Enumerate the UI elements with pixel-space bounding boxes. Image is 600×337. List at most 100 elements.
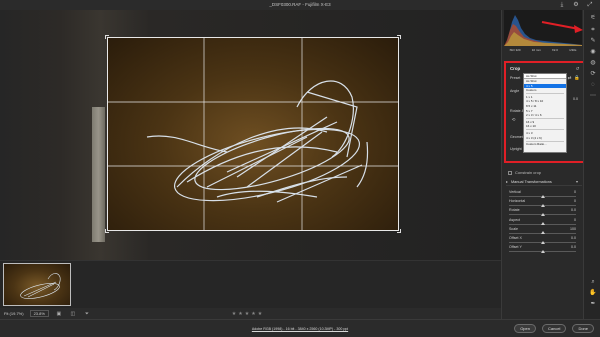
tool-sidebar: ⚟ ⌗ ✎ ◉ ◍ ⟳ ◌ ⋯ ⌕ ✋ ✒ xyxy=(583,10,600,319)
aperture-value: f/2.0 xyxy=(552,48,558,52)
shutter-value: 1/30s xyxy=(569,48,577,52)
compare-view-icon[interactable]: ▣ xyxy=(55,311,63,317)
transform-slider-row[interactable]: Vertical 0 xyxy=(506,190,582,198)
mask-icon[interactable]: ◍ xyxy=(589,59,597,67)
slider-knob[interactable] xyxy=(540,222,545,226)
crop-handle-top-left[interactable] xyxy=(105,35,109,39)
slider-value[interactable]: 0 xyxy=(574,199,576,203)
slider-label: Offset Y xyxy=(509,245,522,250)
spot-removal-icon[interactable]: ✎ xyxy=(589,37,597,45)
thumbnail-drawing xyxy=(20,273,61,299)
done-button[interactable]: Done xyxy=(572,324,594,333)
rating-star-icon[interactable]: ★ xyxy=(232,311,236,317)
upright-label: Upright xyxy=(510,147,522,151)
reset-icon[interactable]: ↺ xyxy=(575,66,580,71)
window-title: _DSF0300.RAF - Fujifilm X-E3 xyxy=(269,2,331,7)
slider-value[interactable]: 0.0 xyxy=(571,236,576,240)
swap-orientation-icon[interactable]: ⇄ xyxy=(567,75,572,80)
workflow-options-link[interactable]: Adobe RGB (1998) - 16 bit - 3840 x 2560 … xyxy=(0,327,600,331)
expand-icon[interactable]: ⤢ xyxy=(586,1,594,9)
crop-handle-top-right[interactable] xyxy=(397,35,401,39)
color-sampler-icon[interactable]: ✒ xyxy=(589,300,597,308)
slider-label: Vertical xyxy=(509,190,521,194)
crop-icon[interactable]: ⌗ xyxy=(589,26,597,34)
constrain-crop-row[interactable]: Constrain crop xyxy=(508,170,541,175)
presets-icon[interactable]: ◌ xyxy=(589,81,597,89)
constrain-crop-label: Constrain crop xyxy=(515,170,542,175)
rotate-icon[interactable]: ⟲ xyxy=(511,117,516,122)
filmstrip-thumbnail[interactable] xyxy=(3,263,71,306)
download-icon[interactable]: ⤓ xyxy=(558,1,566,9)
dimmed-pillar-glow xyxy=(92,107,105,242)
crop-section-highlight: Crop ↺ Preset ⇄ 🔒 Angle 0.0 Rotate & fli… xyxy=(504,61,585,163)
hand-icon[interactable]: ✋ xyxy=(589,289,597,297)
transform-slider-row[interactable]: Horizontal 0 xyxy=(506,199,582,207)
slider-knob[interactable] xyxy=(540,249,545,253)
constrain-crop-checkbox[interactable] xyxy=(508,170,512,175)
slider-label: Rotate xyxy=(509,208,520,213)
more-options-icon[interactable]: ⋯ xyxy=(589,92,597,100)
histogram-graph xyxy=(504,15,582,46)
chevron-down-icon[interactable]: ▾ xyxy=(576,179,578,184)
transform-slider-row[interactable]: Offset Y 0.0 xyxy=(506,245,582,253)
slider-value[interactable]: 0.0 xyxy=(571,245,576,249)
slider-label: Aspect xyxy=(509,217,520,222)
camera-info: ISO 320 10 mm f/2.0 1/30s xyxy=(504,46,582,54)
transform-slider-row[interactable]: Aspect 0 xyxy=(506,218,582,226)
slider-value[interactable]: 100 xyxy=(570,227,576,231)
focal-length-value: 10 mm xyxy=(531,48,541,52)
rating-star-icon[interactable]: ★ xyxy=(258,311,262,317)
slider-knob[interactable] xyxy=(540,194,545,198)
filter-icon[interactable]: ⏷ xyxy=(83,311,91,317)
slider-knob[interactable] xyxy=(540,212,545,216)
open-button[interactable]: Open xyxy=(514,324,536,333)
slider-value[interactable]: 0.0 xyxy=(571,208,576,212)
preset-dropdown[interactable]: As Shot As Shot 4 x 5 Custom 1 x 1 4 x 5… xyxy=(523,73,567,153)
red-eye-icon[interactable]: ◉ xyxy=(589,48,597,56)
gear-icon[interactable]: ⚙ xyxy=(572,1,580,9)
filmstrip xyxy=(0,260,501,308)
transform-slider-row[interactable]: Scale 100 xyxy=(506,227,582,235)
snapshot-icon[interactable]: ⟳ xyxy=(589,70,597,78)
preset-option[interactable]: 4 x 3 (4 x 6) xyxy=(524,136,566,141)
zoom-icon[interactable]: ⌕ xyxy=(589,278,597,286)
slider-knob[interactable] xyxy=(540,231,545,235)
preset-option[interactable]: Custom Ratio... xyxy=(524,142,566,147)
preset-label: Preset xyxy=(510,76,521,80)
crop-photo-area[interactable] xyxy=(105,35,401,233)
rating-stars: ★ ★ ★ ★ ★ xyxy=(222,308,272,319)
preset-option[interactable]: 2 x 3 / 4 x 6 xyxy=(524,113,566,118)
crop-handle-bottom-right[interactable] xyxy=(397,229,401,233)
rating-star-icon[interactable]: ★ xyxy=(238,311,242,317)
title-bar: _DSF0300.RAF - Fujifilm X-E3 ⤓ ⚙ ⤢ xyxy=(0,0,600,10)
rating-star-icon[interactable]: ★ xyxy=(251,311,255,317)
slider-label: Offset X xyxy=(509,236,522,240)
preset-option[interactable]: Custom xyxy=(524,88,566,93)
slider-value[interactable]: 0 xyxy=(574,190,576,194)
iso-value: ISO 320 xyxy=(509,48,521,52)
preset-option[interactable]: 16 x 10 xyxy=(524,124,566,129)
slider-knob[interactable] xyxy=(540,240,545,244)
fit-zoom-label[interactable]: Fit (19.7%) xyxy=(4,311,24,316)
crop-handle-bottom-left[interactable] xyxy=(105,229,109,233)
crop-grid-overlay xyxy=(107,37,399,231)
edit-icon[interactable]: ⚟ xyxy=(589,14,597,22)
collapse-icon[interactable]: ▸ xyxy=(506,179,508,184)
before-after-icon[interactable]: ◫ xyxy=(69,311,77,317)
slider-knob[interactable] xyxy=(540,203,545,207)
slider-value[interactable]: 0 xyxy=(574,218,576,222)
edit-panel: ISO 320 10 mm f/2.0 1/30s Crop ↺ Preset … xyxy=(501,10,585,319)
manual-transformations-header[interactable]: ▸ Manual Transformations ▾ xyxy=(506,178,582,186)
crop-section-title: Crop xyxy=(510,66,521,71)
cancel-button[interactable]: Cancel xyxy=(541,324,567,333)
zoom-level-field[interactable]: 23.8% xyxy=(29,310,49,317)
angle-label: Angle xyxy=(510,89,520,93)
transform-slider-row[interactable]: Rotate 0.0 xyxy=(506,208,582,216)
lock-icon[interactable]: 🔒 xyxy=(574,75,580,80)
transform-slider-row[interactable]: Offset X 0.0 xyxy=(506,236,582,244)
angle-value[interactable]: 0.0 xyxy=(573,97,578,101)
rating-star-icon[interactable]: ★ xyxy=(245,311,249,317)
slider-label: Horizontal xyxy=(509,199,526,204)
footer-bar: Adobe RGB (1998) - 16 bit - 3840 x 2560 … xyxy=(0,319,600,337)
image-canvas[interactable] xyxy=(0,10,501,260)
